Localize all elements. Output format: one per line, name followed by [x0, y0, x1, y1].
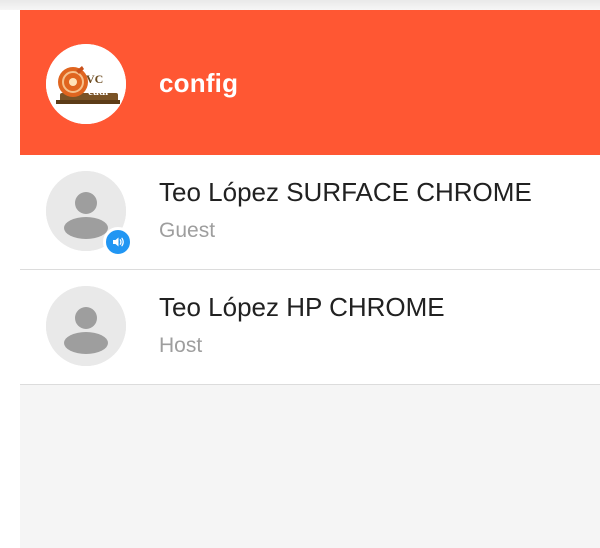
top-strip [0, 0, 600, 10]
room-logo[interactable]: VC cudi [46, 44, 126, 124]
room-title: config [159, 68, 239, 98]
participant-row[interactable]: Teo López HP CHROME Host [20, 270, 600, 385]
room-header: VC cudi config [20, 10, 600, 155]
logo-text-vc: VC [86, 72, 104, 86]
app-window: VC cudi config Teo López SURFACE CHROME … [0, 0, 600, 548]
default-user-icon [46, 286, 126, 366]
participant-row[interactable]: Teo López SURFACE CHROME Guest [20, 155, 600, 270]
participant-name: Teo López SURFACE CHROME [159, 177, 532, 207]
participant-name: Teo López HP CHROME [159, 292, 445, 322]
audio-active-badge [103, 227, 133, 257]
participants-panel: VC cudi config Teo López SURFACE CHROME … [20, 10, 600, 548]
participant-role: Host [159, 334, 203, 357]
speaker-icon [113, 237, 124, 247]
participant-list: Teo López SURFACE CHROME Guest Teo López… [20, 155, 600, 385]
logo-text-cudi: cudi [88, 86, 109, 98]
participant-role: Guest [159, 219, 216, 242]
avatar [46, 286, 126, 366]
